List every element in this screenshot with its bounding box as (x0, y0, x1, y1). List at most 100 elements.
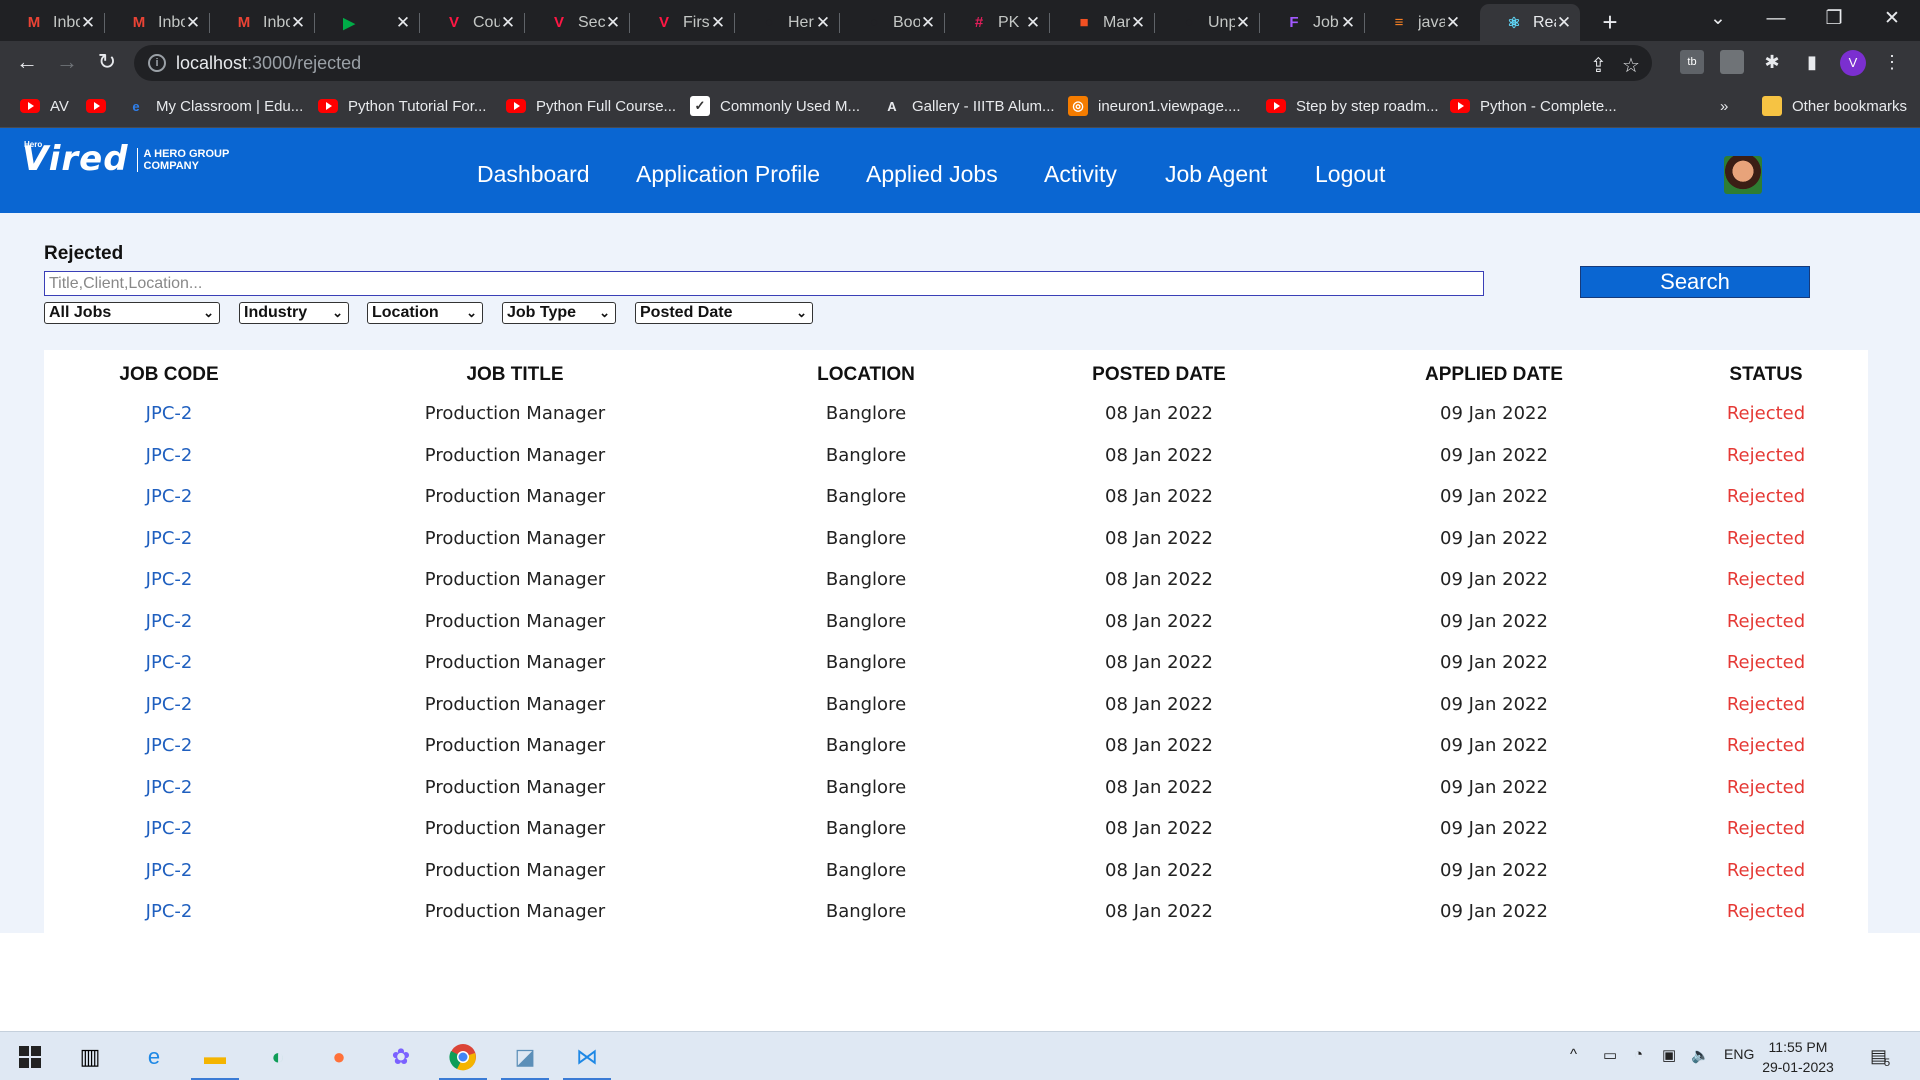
close-tab-icon[interactable]: ✕ (1025, 13, 1041, 33)
cell-job-code[interactable]: JPC-2 (146, 486, 193, 507)
filter-job-type[interactable]: Job Type ⌄ (502, 302, 616, 324)
browser-tab[interactable]: V Sec ✕ (525, 4, 629, 41)
reload-icon[interactable]: ↻ (91, 47, 123, 79)
url-text[interactable]: localhost:3000/rejected (176, 53, 361, 74)
volume-icon[interactable]: 🔈 (1691, 1046, 1710, 1064)
close-tab-icon[interactable]: ✕ (1445, 13, 1461, 33)
copilot-icon[interactable]: ✿ (384, 1040, 418, 1074)
vscode-icon[interactable]: ⋈ (563, 1040, 611, 1080)
app-icon[interactable]: ◪ (501, 1040, 549, 1080)
close-tab-icon[interactable]: ✕ (1556, 13, 1572, 33)
browser-tab[interactable]: V First✕ (630, 4, 734, 41)
side-panel-icon[interactable]: ▮ (1800, 50, 1824, 74)
browser-tab[interactable]: ▶ ✕ (315, 4, 419, 41)
filter-posted-date[interactable]: Posted Date ⌄ (635, 302, 813, 324)
cell-job-code[interactable]: JPC-2 (146, 694, 193, 715)
nav-application-profile[interactable]: Application Profile (636, 161, 820, 188)
browser-tab[interactable]: ⚛ Rea✕ (1480, 4, 1580, 41)
nav-activity[interactable]: Activity (1044, 161, 1117, 188)
tab-search-icon[interactable]: ⌄ (1690, 0, 1746, 41)
browser-tab[interactable]: V Cou ✕ (420, 4, 524, 41)
firefox-icon[interactable]: ● (322, 1040, 356, 1074)
nav-dashboard[interactable]: Dashboard (477, 161, 590, 188)
close-tab-icon[interactable]: ✕ (1340, 13, 1356, 33)
browser-tab[interactable]: F Job ✕ (1260, 4, 1364, 41)
file-explorer-icon[interactable]: ▬ (191, 1040, 239, 1080)
cell-job-code[interactable]: JPC-2 (146, 652, 193, 673)
close-tab-icon[interactable]: ✕ (185, 13, 201, 33)
cell-job-code[interactable]: JPC-2 (146, 777, 193, 798)
close-tab-icon[interactable]: ✕ (500, 13, 516, 33)
chrome-icon[interactable] (439, 1040, 487, 1080)
close-tab-icon[interactable]: ✕ (395, 13, 411, 33)
bookmark-item[interactable]: ◎ ineuron1.viewpage.... (1068, 95, 1241, 117)
site-info-icon[interactable]: i (148, 54, 166, 72)
extensions-puzzle-icon[interactable]: ✱ (1760, 50, 1784, 74)
cell-job-code[interactable]: JPC-2 (146, 569, 193, 590)
nav-logout[interactable]: Logout (1315, 161, 1385, 188)
search-input[interactable] (44, 271, 1484, 296)
close-tab-icon[interactable]: ✕ (80, 13, 96, 33)
nav-job-agent[interactable]: Job Agent (1165, 161, 1267, 188)
close-window-icon[interactable]: ✕ (1864, 0, 1920, 41)
cell-job-code[interactable]: JPC-2 (146, 445, 193, 466)
bookmark-item[interactable]: ✓ Commonly Used M... (690, 95, 860, 117)
other-bookmarks-folder[interactable]: Other bookmarks (1762, 95, 1907, 117)
close-tab-icon[interactable]: ✕ (1235, 13, 1251, 33)
bookmark-item[interactable]: Step by step roadm... (1266, 95, 1439, 117)
windows-start-icon[interactable] (13, 1040, 47, 1074)
wifi-icon[interactable]: ◔ (1634, 1046, 1643, 1063)
battery-icon[interactable]: ▭ (1603, 1046, 1617, 1064)
browser-tab[interactable]: # PK ✕ (945, 4, 1049, 41)
nav-applied-jobs[interactable]: Applied Jobs (866, 161, 998, 188)
bookmark-item[interactable]: AV (20, 95, 69, 117)
browser-tab[interactable]: ≡ java ✕ (1365, 4, 1469, 41)
browser-tab[interactable]: M Inbox✕ (210, 4, 314, 41)
browser-tab[interactable]: ■ Mar ✕ (1050, 4, 1154, 41)
close-tab-icon[interactable]: ✕ (605, 13, 621, 33)
cell-job-code[interactable]: JPC-2 (146, 860, 193, 881)
edge-icon[interactable]: ◐ (261, 1040, 295, 1074)
extension-tb-icon[interactable]: tb (1680, 50, 1704, 74)
close-tab-icon[interactable]: ✕ (290, 13, 306, 33)
user-avatar[interactable] (1724, 156, 1762, 194)
close-tab-icon[interactable]: ✕ (920, 13, 936, 33)
browser-tab[interactable]: M Inbox✕ (0, 4, 104, 41)
extension-icon[interactable] (1720, 50, 1744, 74)
filter-location[interactable]: Location ⌄ (367, 302, 483, 324)
cell-job-code[interactable]: JPC-2 (146, 611, 193, 632)
cell-job-code[interactable]: JPC-2 (146, 901, 193, 922)
menu-kebab-icon[interactable]: ⋮ (1880, 50, 1904, 74)
bookmark-item[interactable]: e My Classroom | Edu... (126, 95, 303, 117)
display-icon[interactable]: ▣ (1662, 1046, 1676, 1064)
system-clock[interactable]: 11:55 PM 29-01-2023 (1758, 1037, 1838, 1077)
bookmark-item[interactable]: Python Full Course... (506, 95, 676, 117)
bookmark-item[interactable]: Python Tutorial For... (318, 95, 486, 117)
new-tab-button[interactable]: + (1594, 7, 1626, 39)
profile-avatar[interactable]: V (1840, 50, 1866, 76)
filter-all-jobs[interactable]: All Jobs ⌄ (44, 302, 220, 324)
back-icon[interactable]: ← (11, 47, 43, 79)
bookmark-star-icon[interactable]: ☆ (1622, 53, 1640, 78)
hero-vired-logo[interactable]: Hero Vired A HERO GROUP COMPANY (22, 140, 229, 176)
minimize-icon[interactable]: — (1748, 0, 1804, 41)
bookmark-item[interactable]: Python - Complete... (1450, 95, 1617, 117)
browser-tab[interactable]: ○ Boo ✕ (840, 4, 944, 41)
address-bar[interactable]: i localhost:3000/rejected ⇪ ☆ (134, 45, 1652, 81)
search-button[interactable]: Search (1580, 266, 1810, 298)
cell-job-code[interactable]: JPC-2 (146, 735, 193, 756)
task-view-icon[interactable]: ▥ (73, 1040, 107, 1074)
cell-job-code[interactable]: JPC-2 (146, 818, 193, 839)
bookmark-item[interactable]: A Gallery - IIITB Alum... (882, 95, 1054, 117)
browser-tab[interactable]: M Inbox✕ (105, 4, 209, 41)
internet-explorer-icon[interactable]: e (137, 1040, 171, 1074)
close-tab-icon[interactable]: ✕ (710, 13, 726, 33)
show-hidden-icons-icon[interactable]: ^ (1570, 1046, 1577, 1063)
cell-job-code[interactable]: JPC-2 (146, 403, 193, 424)
bookmark-item[interactable] (86, 95, 116, 117)
language-indicator[interactable]: ENG (1724, 1046, 1754, 1062)
filter-industry[interactable]: Industry ⌄ (239, 302, 349, 324)
share-icon[interactable]: ⇪ (1590, 53, 1607, 78)
cell-job-code[interactable]: JPC-2 (146, 528, 193, 549)
close-tab-icon[interactable]: ✕ (815, 13, 831, 33)
